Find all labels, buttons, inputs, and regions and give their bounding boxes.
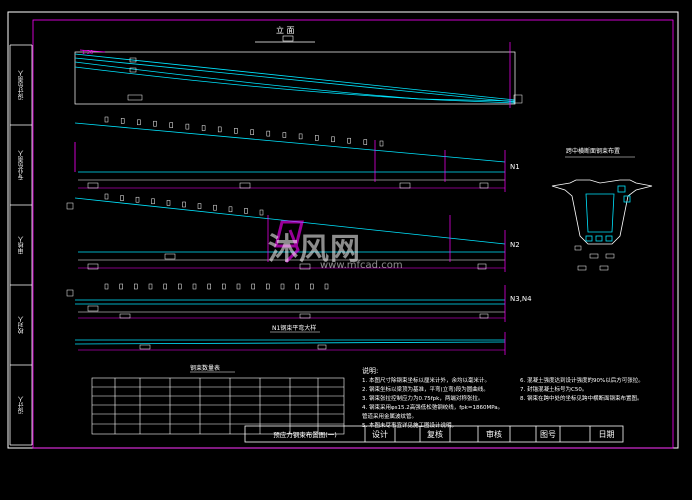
stirrup-mark bbox=[192, 283, 197, 290]
sidebar-cell-2: 专业负责人 bbox=[17, 150, 25, 180]
titleblock-title: 预应力钢束布置图(一) bbox=[273, 431, 337, 439]
stirrup-mark bbox=[207, 283, 211, 290]
notes-heading: 说明: bbox=[362, 367, 379, 375]
stirrup-mark bbox=[244, 208, 248, 214]
stirrup-mark bbox=[153, 120, 157, 127]
stirrup-mark bbox=[182, 201, 186, 208]
tendon-panel-n1 bbox=[74, 122, 506, 192]
titleblock-drawing-no: 图号 bbox=[540, 429, 556, 439]
stirrup-mark bbox=[217, 126, 222, 133]
notes-block: 说明: 1. 本图尺寸除钢束坐标以厘米计外，余均以毫米计。 2. 钢束坐标以梁顶… bbox=[362, 366, 672, 431]
stirrup-mark bbox=[280, 283, 285, 290]
row-label-n1: N1 bbox=[510, 163, 520, 171]
stirrup-mark bbox=[197, 203, 202, 209]
stirrup-mark bbox=[151, 198, 155, 205]
stirrup-mark bbox=[178, 283, 182, 290]
titleblock-check: 审核 bbox=[486, 429, 502, 439]
notes-left: 1. 本图尺寸除钢束坐标以厘米计外，余均以毫米计。 2. 钢束坐标以梁顶为基准，… bbox=[362, 378, 504, 429]
stirrup-mark bbox=[282, 132, 287, 138]
stirrup-mark bbox=[137, 119, 141, 126]
svg-text:1:20: 1:20 bbox=[82, 50, 93, 56]
stirrup-mark bbox=[266, 283, 270, 290]
stirrup-mark bbox=[363, 139, 368, 145]
stirrup-mark bbox=[120, 195, 124, 201]
stirrup-mark bbox=[379, 140, 384, 147]
sidebar-cell-3: 审核人 bbox=[17, 236, 25, 254]
stirrup-mark bbox=[347, 137, 351, 144]
watermark-url: www.mfcad.com bbox=[320, 260, 403, 271]
stirrup-mark bbox=[315, 135, 319, 141]
section-title: 跨中横断面钢束布置 bbox=[566, 148, 621, 155]
stirrup-mark bbox=[166, 200, 171, 206]
stirrup-mark bbox=[104, 116, 109, 123]
stirrup-mark bbox=[213, 204, 217, 211]
stirrup-mark bbox=[163, 283, 167, 290]
stirrup-mark bbox=[148, 283, 153, 290]
plan-bend-detail bbox=[74, 331, 506, 355]
titleblock-date: 日期 bbox=[598, 429, 615, 439]
table-title: 钢束数量表 bbox=[190, 365, 221, 372]
quantity-table bbox=[91, 371, 345, 435]
row-label-n3-n4: N3,N4 bbox=[510, 295, 532, 303]
stirrup-mark bbox=[324, 283, 329, 290]
stirrup-mark bbox=[120, 118, 125, 124]
stirrup-mark bbox=[119, 283, 123, 290]
stirrup-mark bbox=[331, 136, 335, 143]
stirrup-mark bbox=[201, 125, 206, 131]
stirrup-mark bbox=[234, 128, 238, 134]
notes-right: 6. 混凝土强度达到设计强度的90%以后方可张拉。 7. 封锚混凝土标号为C50… bbox=[520, 378, 644, 402]
plan-bend-label: N1钢束平弯大样 bbox=[272, 325, 317, 332]
stirrup-mark bbox=[259, 209, 264, 216]
row-label-n2: N2 bbox=[510, 241, 520, 249]
cross-section bbox=[551, 156, 653, 271]
sidebar-cell-4: 校对人 bbox=[17, 316, 25, 334]
stirrup-mark bbox=[310, 283, 314, 290]
titleblock-design: 设计 bbox=[372, 429, 388, 439]
stirrup-mark bbox=[104, 193, 109, 200]
stirrup-mark bbox=[251, 283, 255, 290]
stirrup-mark bbox=[236, 283, 241, 290]
elevation-view: 1:20 bbox=[74, 35, 523, 108]
stirrup-mark bbox=[298, 133, 303, 140]
stirrup-mark bbox=[266, 130, 271, 137]
stirrup-mark bbox=[222, 283, 226, 290]
sidebar-cell-1: 设计负责人 bbox=[17, 70, 25, 100]
stirrup-mark bbox=[250, 129, 254, 135]
titleblock-review: 复核 bbox=[427, 429, 443, 439]
stirrup-mark bbox=[104, 283, 109, 290]
stirrup-mark bbox=[169, 122, 173, 128]
sidebar-cell-5: 设计人 bbox=[17, 396, 25, 414]
stirrup-mark bbox=[295, 283, 299, 290]
tendon-panel-n3-n4 bbox=[66, 285, 506, 322]
stirrup-mark bbox=[228, 206, 233, 213]
elevation-title: 立 面 bbox=[276, 26, 295, 35]
stirrup-mark bbox=[135, 196, 140, 203]
stirrup-mark bbox=[134, 283, 138, 290]
stirrup-mark bbox=[185, 123, 190, 130]
